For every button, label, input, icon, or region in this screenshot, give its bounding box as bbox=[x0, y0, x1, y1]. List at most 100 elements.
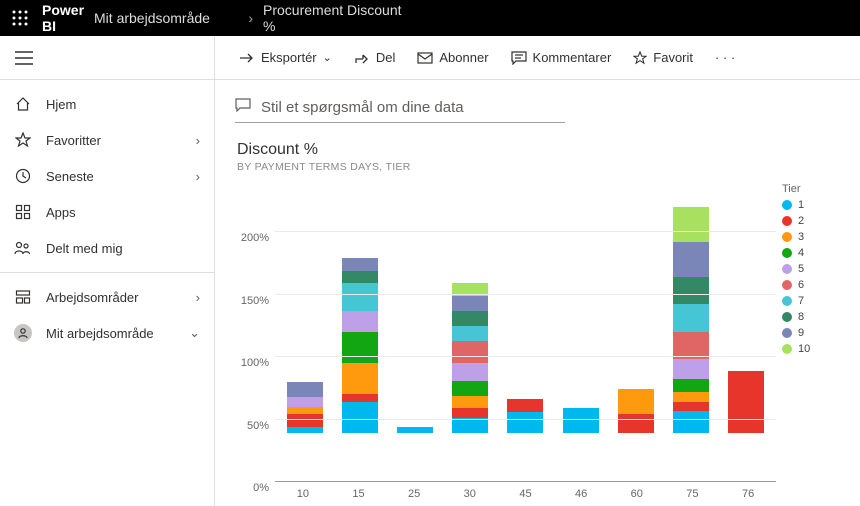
hamburger-icon[interactable] bbox=[10, 44, 38, 72]
bar-segment-tier-4[interactable] bbox=[673, 379, 709, 392]
bar-76[interactable] bbox=[728, 183, 764, 433]
bar-segment-tier-9[interactable] bbox=[287, 382, 323, 397]
x-tick-label: 60 bbox=[631, 488, 643, 500]
bar-segment-tier-3[interactable] bbox=[287, 407, 323, 415]
export-icon bbox=[239, 51, 255, 65]
legend-item-3[interactable]: 3 bbox=[782, 231, 840, 243]
bar-segment-tier-9[interactable] bbox=[342, 258, 378, 271]
bar-segment-tier-7[interactable] bbox=[342, 283, 378, 311]
bar-segment-tier-1[interactable] bbox=[452, 418, 488, 433]
legend-item-5[interactable]: 5 bbox=[782, 263, 840, 275]
bar-segment-tier-6[interactable] bbox=[452, 341, 488, 364]
sidebar-item-my-workspace[interactable]: Mit arbejdsområde ⌄ bbox=[0, 315, 214, 351]
bar-segment-tier-1[interactable] bbox=[397, 427, 433, 433]
x-tick-label: 76 bbox=[742, 488, 754, 500]
bar-25[interactable] bbox=[397, 183, 433, 433]
app-launcher-icon[interactable] bbox=[10, 8, 30, 28]
legend-item-8[interactable]: 8 bbox=[782, 311, 840, 323]
comment-icon bbox=[511, 51, 527, 65]
chevron-right-icon: › bbox=[196, 133, 200, 148]
bar-segment-tier-2[interactable] bbox=[507, 399, 543, 412]
bar-segment-tier-5[interactable] bbox=[452, 363, 488, 381]
qna-input[interactable]: Stil et spørgsmål om dine data bbox=[235, 94, 565, 123]
bar-segment-tier-7[interactable] bbox=[673, 304, 709, 332]
bar-segment-tier-9[interactable] bbox=[452, 296, 488, 311]
sidebar-item-recent[interactable]: Seneste › bbox=[0, 158, 214, 194]
bar-segment-tier-7[interactable] bbox=[452, 326, 488, 341]
chevron-down-icon: ⌄ bbox=[323, 51, 332, 64]
bar-segment-tier-2[interactable] bbox=[342, 394, 378, 402]
sidebar-item-favorites[interactable]: Favoritter › bbox=[0, 122, 214, 158]
bar-46[interactable] bbox=[563, 183, 599, 433]
bar-45[interactable] bbox=[507, 183, 543, 433]
bar-segment-tier-3[interactable] bbox=[618, 389, 654, 414]
bar-segment-tier-1[interactable] bbox=[287, 427, 323, 433]
legend-item-7[interactable]: 7 bbox=[782, 295, 840, 307]
sidebar-item-label: Apps bbox=[46, 205, 200, 220]
legend-item-6[interactable]: 6 bbox=[782, 279, 840, 291]
legend-item-4[interactable]: 4 bbox=[782, 247, 840, 259]
bar-segment-tier-8[interactable] bbox=[673, 277, 709, 305]
sidebar-item-label: Seneste bbox=[46, 169, 196, 184]
star-icon bbox=[633, 51, 647, 65]
bar-segment-tier-2[interactable] bbox=[673, 402, 709, 411]
legend-label: 5 bbox=[798, 263, 804, 275]
x-tick-label: 30 bbox=[464, 488, 476, 500]
breadcrumb-workspace[interactable]: Mit arbejdsområde bbox=[94, 10, 238, 26]
sidebar-item-home[interactable]: Hjem bbox=[0, 86, 214, 122]
sidebar-item-apps[interactable]: Apps bbox=[0, 194, 214, 230]
clock-icon bbox=[14, 168, 32, 184]
export-button[interactable]: Eksportér ⌄ bbox=[231, 46, 340, 69]
sidebar-item-shared[interactable]: Delt med mig bbox=[0, 230, 214, 266]
bar-segment-tier-3[interactable] bbox=[342, 363, 378, 394]
legend-item-2[interactable]: 2 bbox=[782, 215, 840, 227]
bar-10[interactable] bbox=[287, 183, 323, 433]
bar-segment-tier-4[interactable] bbox=[452, 381, 488, 396]
bar-segment-tier-10[interactable] bbox=[673, 207, 709, 242]
bar-segment-tier-1[interactable] bbox=[673, 411, 709, 434]
bar-15[interactable] bbox=[342, 183, 378, 433]
y-tick-label: 50% bbox=[247, 420, 269, 432]
sidebar-item-label: Arbejdsområder bbox=[46, 290, 196, 305]
bar-segment-tier-5[interactable] bbox=[287, 397, 323, 407]
sidebar-item-workspaces[interactable]: Arbejdsområder › bbox=[0, 279, 214, 315]
bar-segment-tier-3[interactable] bbox=[452, 396, 488, 409]
bar-segment-tier-2[interactable] bbox=[452, 408, 488, 418]
bar-segment-tier-4[interactable] bbox=[342, 332, 378, 363]
legend-item-10[interactable]: 10 bbox=[782, 343, 840, 355]
favorite-button[interactable]: Favorit bbox=[625, 46, 701, 69]
bar-segment-tier-2[interactable] bbox=[728, 371, 764, 434]
bar-segment-tier-5[interactable] bbox=[342, 311, 378, 332]
bar-segment-tier-8[interactable] bbox=[342, 271, 378, 284]
bar-segment-tier-9[interactable] bbox=[673, 242, 709, 277]
bar-segment-tier-5[interactable] bbox=[673, 359, 709, 379]
legend-label: 7 bbox=[798, 295, 804, 307]
bar-segment-tier-8[interactable] bbox=[452, 311, 488, 326]
more-button[interactable]: · · · bbox=[707, 46, 743, 69]
share-button[interactable]: Del bbox=[346, 46, 404, 69]
subscribe-button[interactable]: Abonner bbox=[409, 46, 496, 69]
comments-button[interactable]: Kommentarer bbox=[503, 46, 620, 69]
breadcrumb: Power BI Mit arbejdsområde › Procurement… bbox=[42, 2, 407, 34]
bar-60[interactable] bbox=[618, 183, 654, 433]
bar-segment-tier-1[interactable] bbox=[563, 408, 599, 433]
mail-icon bbox=[417, 52, 433, 64]
top-header: Power BI Mit arbejdsområde › Procurement… bbox=[0, 0, 860, 36]
chart-title: Discount % bbox=[237, 141, 840, 159]
x-tick-label: 15 bbox=[352, 488, 364, 500]
legend-item-1[interactable]: 1 bbox=[782, 199, 840, 211]
plot-area[interactable]: 101525304546607576 bbox=[275, 183, 776, 502]
legend-item-9[interactable]: 9 bbox=[782, 327, 840, 339]
bar-segment-tier-3[interactable] bbox=[673, 392, 709, 402]
breadcrumb-report[interactable]: Procurement Discount % bbox=[263, 2, 407, 34]
legend-label: 10 bbox=[798, 343, 810, 355]
bar-segment-tier-1[interactable] bbox=[342, 402, 378, 433]
bar-segment-tier-2[interactable] bbox=[618, 414, 654, 433]
brand-label[interactable]: Power BI bbox=[42, 2, 84, 34]
bar-30[interactable] bbox=[452, 183, 488, 433]
sidebar: Hjem Favoritter › Seneste › Apps Delt me… bbox=[0, 36, 215, 506]
bar-segment-tier-2[interactable] bbox=[287, 414, 323, 427]
bar-75[interactable] bbox=[673, 183, 709, 433]
chart-subtitle: BY PAYMENT TERMS DAYS, TIER bbox=[237, 161, 840, 173]
bar-segment-tier-1[interactable] bbox=[507, 412, 543, 433]
